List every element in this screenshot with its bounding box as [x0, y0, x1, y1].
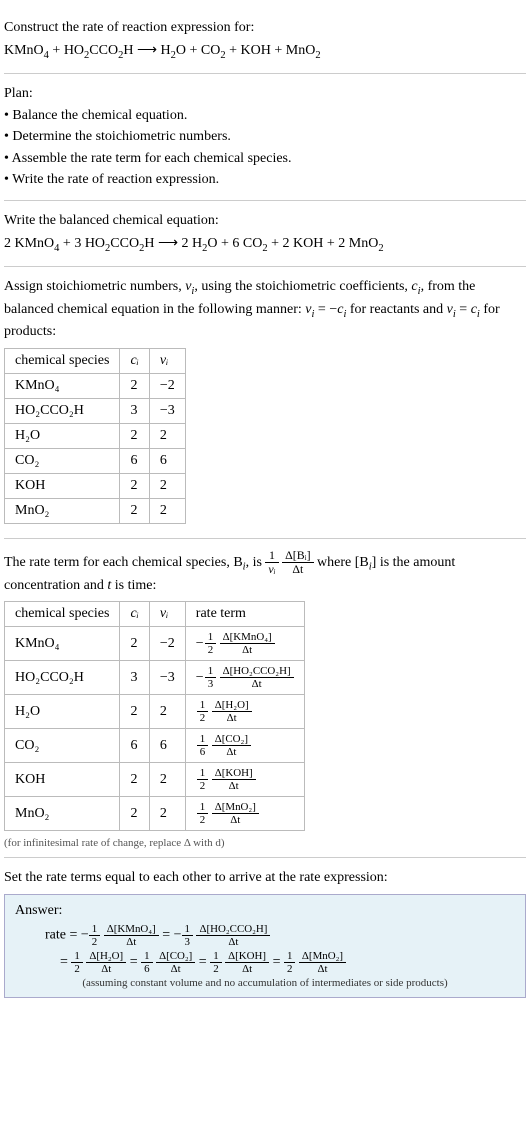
- col-ci: cᵢ: [120, 602, 149, 627]
- rate-term-section: The rate term for each chemical species,…: [4, 539, 526, 859]
- fraction: Δ[KOH]Δt: [225, 950, 269, 975]
- col-nui: νᵢ: [149, 602, 185, 627]
- col-rate-term: rate term: [185, 602, 304, 627]
- fraction: 12: [197, 801, 208, 826]
- rate-term-text: The rate term for each chemical species,…: [4, 549, 526, 596]
- plan-title: Plan:: [4, 84, 526, 104]
- answer-section: Set the rate terms equal to each other t…: [4, 858, 526, 1006]
- answer-note: (assuming constant volume and no accumul…: [15, 977, 515, 989]
- plan-bullet-3: • Assemble the rate term for each chemic…: [4, 149, 526, 169]
- fraction: 13: [182, 923, 193, 948]
- fraction: Δ[H₂O]Δt: [212, 699, 252, 724]
- table-row: H₂O22: [5, 423, 186, 448]
- table-header-row: chemical species cᵢ νᵢ: [5, 348, 186, 373]
- fraction: Δ[HO₂CCO₂H]Δt: [220, 665, 294, 690]
- rate-expression-line-2: = 12 Δ[H₂O]Δt = 16 Δ[CO₂]Δt = 12 Δ[KOH]Δ…: [60, 950, 515, 975]
- fraction: 12: [205, 631, 216, 656]
- table-row: MnO₂22: [5, 498, 186, 523]
- fraction: Δ[MnO₂]Δt: [212, 801, 259, 826]
- fraction: 12: [197, 699, 208, 724]
- col-species: chemical species: [5, 348, 120, 373]
- balanced-equation: 2 KMnO4 + 3 HO2CCO2H ⟶ 2 H2O + 6 CO2 + 2…: [4, 233, 526, 256]
- stoich-table: chemical species cᵢ νᵢ KMnO₄2−2 HO₂CCO₂H…: [4, 348, 186, 524]
- rate-term-table: chemical species cᵢ νᵢ rate term KMnO₄2−…: [4, 601, 305, 831]
- set-equal-text: Set the rate terms equal to each other t…: [4, 868, 526, 888]
- table-row: MnO₂22 12 Δ[MnO₂]Δt: [5, 797, 305, 831]
- fraction: 12: [197, 767, 208, 792]
- stoich-text: Assign stoichiometric numbers, νi, using…: [4, 277, 526, 342]
- fraction: 13: [205, 665, 216, 690]
- rate-term-cell: −13 Δ[HO₂CCO₂H]Δt: [185, 661, 304, 695]
- fraction: 12: [89, 923, 100, 948]
- rate-term-cell: 12 Δ[MnO₂]Δt: [185, 797, 304, 831]
- table-row: H₂O22 12 Δ[H₂O]Δt: [5, 695, 305, 729]
- table-row: KMnO₄2−2: [5, 373, 186, 398]
- fraction: Δ[KMnO₄]Δt: [220, 631, 275, 656]
- col-nui: νᵢ: [149, 348, 185, 373]
- balanced-section: Write the balanced chemical equation: 2 …: [4, 201, 526, 267]
- infinitesimal-note: (for infinitesimal rate of change, repla…: [4, 837, 526, 849]
- table-row: KOH22 12 Δ[KOH]Δt: [5, 763, 305, 797]
- fraction: Δ[KOH]Δt: [212, 767, 256, 792]
- fraction: Δ[CO₂]Δt: [156, 950, 195, 975]
- rate-expression-line-1: rate = −12 Δ[KMnO₄]Δt = −13 Δ[HO₂CCO₂H]Δ…: [45, 923, 515, 948]
- fraction: Δ[MnO₂]Δt: [299, 950, 346, 975]
- arrow-icon: ⟶: [137, 41, 157, 57]
- answer-box: Answer: rate = −12 Δ[KMnO₄]Δt = −13 Δ[HO…: [4, 894, 526, 998]
- prompt-section: Construct the rate of reaction expressio…: [4, 8, 526, 74]
- table-row: HO₂CCO₂H3−3 −13 Δ[HO₂CCO₂H]Δt: [5, 661, 305, 695]
- rate-term-cell: 12 Δ[KOH]Δt: [185, 763, 304, 797]
- fraction: Δ[Bᵢ]Δt: [282, 549, 313, 576]
- table-row: KMnO₄2−2 −12 Δ[KMnO₄]Δt: [5, 627, 305, 661]
- rate-term-cell: 16 Δ[CO₂]Δt: [185, 729, 304, 763]
- table-row: KOH22: [5, 473, 186, 498]
- fraction: 12: [284, 950, 295, 975]
- prompt-title: Construct the rate of reaction expressio…: [4, 18, 526, 38]
- stoich-section: Assign stoichiometric numbers, νi, using…: [4, 267, 526, 539]
- fraction: 12: [71, 950, 82, 975]
- fraction: Δ[KMnO₄]Δt: [104, 923, 159, 948]
- fraction: 16: [141, 950, 152, 975]
- plan-bullet-1: • Balance the chemical equation.: [4, 106, 526, 126]
- table-row: CO₂66: [5, 448, 186, 473]
- balanced-title: Write the balanced chemical equation:: [4, 211, 526, 231]
- plan-section: Plan: • Balance the chemical equation. •…: [4, 74, 526, 201]
- plan-bullet-2: • Determine the stoichiometric numbers.: [4, 127, 526, 147]
- unbalanced-equation: KMnO4 + HO2CCO2H ⟶ H2O + CO2 + KOH + MnO…: [4, 40, 526, 63]
- rate-term-cell: −12 Δ[KMnO₄]Δt: [185, 627, 304, 661]
- fraction: Δ[HO₂CCO₂H]Δt: [196, 923, 270, 948]
- table-row: HO₂CCO₂H3−3: [5, 398, 186, 423]
- plan-bullet-4: • Write the rate of reaction expression.: [4, 170, 526, 190]
- col-species: chemical species: [5, 602, 120, 627]
- fraction: 16: [197, 733, 208, 758]
- fraction: 1νᵢ: [265, 549, 278, 576]
- arrow-icon: ⟶: [158, 234, 178, 250]
- answer-title: Answer:: [15, 903, 515, 919]
- table-header-row: chemical species cᵢ νᵢ rate term: [5, 602, 305, 627]
- fraction: 12: [210, 950, 221, 975]
- eq-text: KMnO4 + HO2CCO2H ⟶ H2O + CO2 + KOH + MnO…: [4, 43, 321, 58]
- table-row: CO₂66 16 Δ[CO₂]Δt: [5, 729, 305, 763]
- fraction: Δ[CO₂]Δt: [212, 733, 251, 758]
- col-ci: cᵢ: [120, 348, 149, 373]
- rate-term-cell: 12 Δ[H₂O]Δt: [185, 695, 304, 729]
- fraction: Δ[H₂O]Δt: [86, 950, 126, 975]
